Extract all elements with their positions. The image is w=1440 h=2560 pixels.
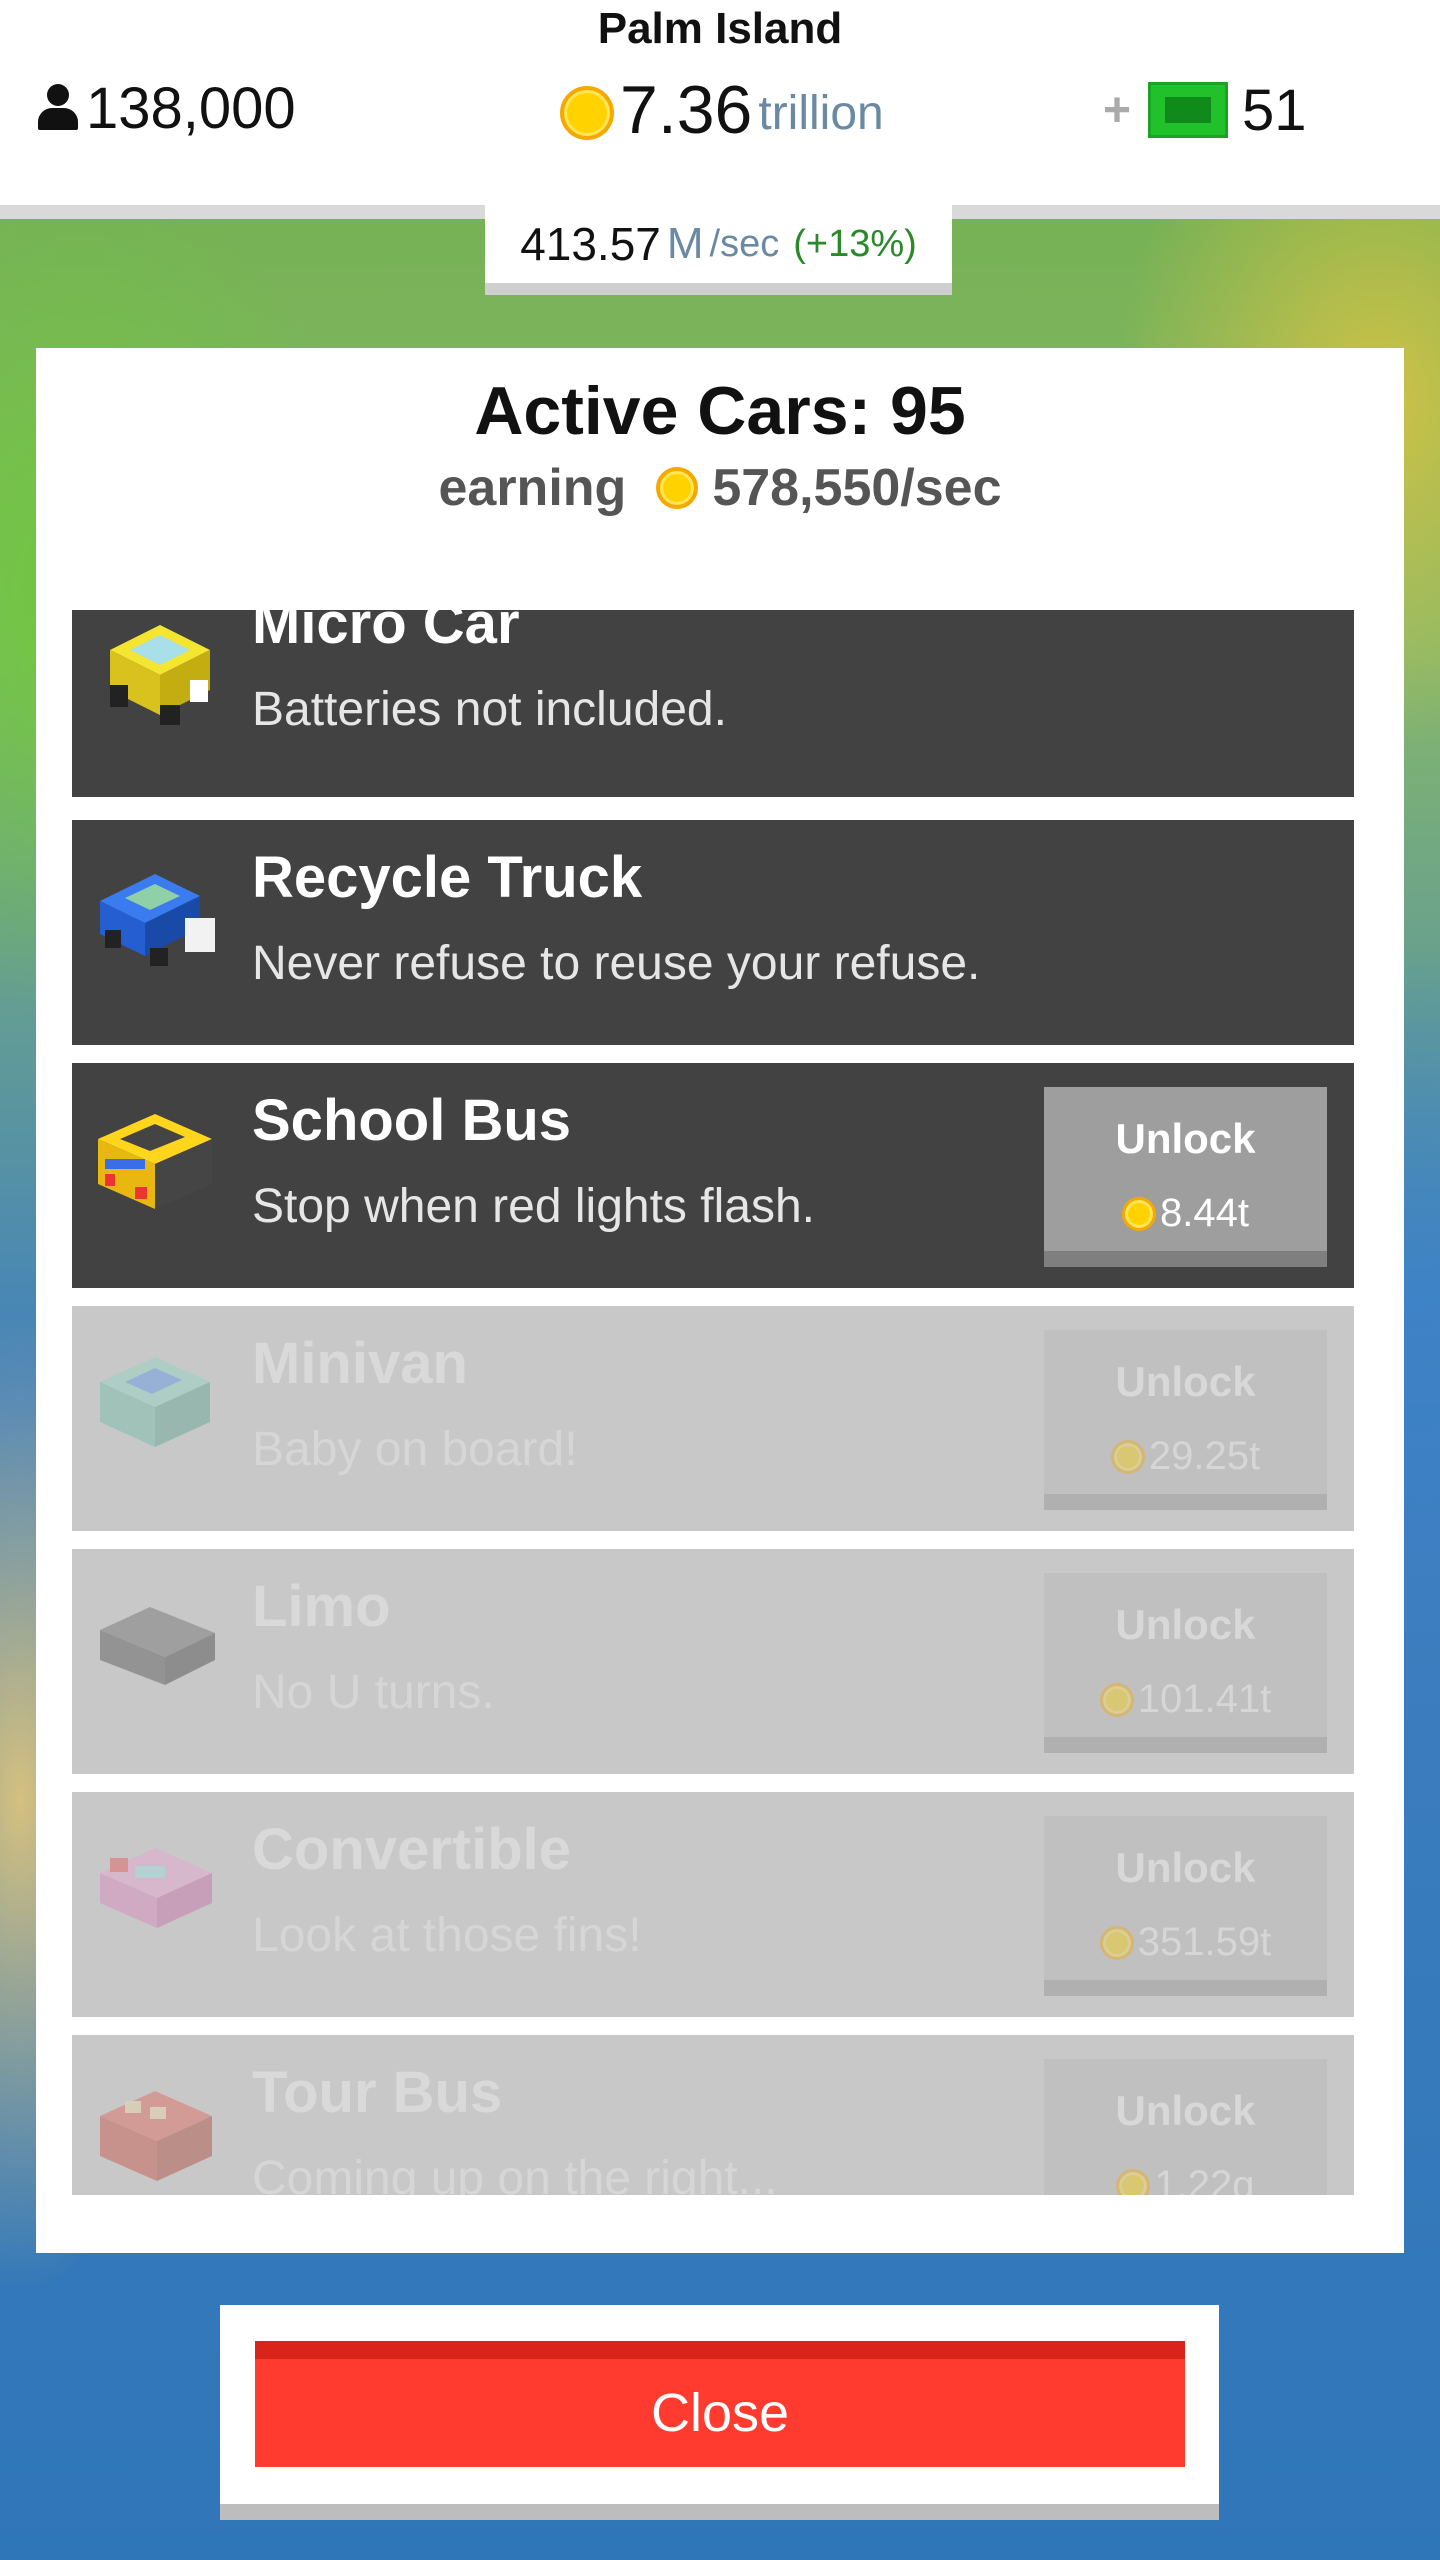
unlock-label: Unlock [1115,1358,1256,1405]
car-name: Convertible [252,1817,572,1882]
convertible-icon [100,1848,212,1928]
unlock-cost: 8.44t [1044,1191,1327,1236]
unlock-label: Unlock [1115,2087,1256,2134]
tour-bus-icon [100,2091,212,2181]
coin-icon [1116,2168,1151,2195]
coin-icon [560,86,614,140]
coin-icon [1110,1439,1145,1474]
unlock-button[interactable]: Unlock 8.44t [1044,1087,1327,1267]
car-row-tour-bus: Tour Bus Coming up on the right... Unloc… [72,2035,1354,2195]
car-desc: No U turns. [252,1666,495,1719]
money-counter: 7.36 trillion [560,70,884,150]
car-name: Tour Bus [252,2060,503,2125]
unlock-label: Unlock [1115,1844,1256,1891]
car-row-convertible: Convertible Look at those fins! Unlock 3… [72,1792,1354,2017]
earning-value: 578,550/sec [712,459,1002,517]
cash-icon [1148,82,1228,138]
car-name: Limo [252,1574,391,1639]
person-icon [38,84,78,132]
unlock-button: Unlock 351.59t [1044,1816,1327,1996]
top-hud: Palm Island 138,000 7.36 trillion + 51 [0,0,1440,205]
car-name: Micro Car [252,610,520,656]
car-row-minivan: Minivan Baby on board! Unlock 29.25t [72,1306,1354,1531]
rate-value: 413.57 [520,218,661,270]
car-desc: Batteries not included. [252,683,727,736]
car-desc: Baby on board! [252,1423,578,1476]
money-value: 7.36 [620,72,753,148]
car-row-micro-car[interactable]: Micro Car Batteries not included. [72,610,1354,797]
close-button-frame: Close [220,2305,1219,2520]
cash-value: 51 [1242,77,1307,143]
close-label: Close [650,2383,790,2443]
micro-car-icon [110,625,210,725]
rate-bonus: (+13%) [793,222,917,265]
car-row-school-bus[interactable]: School Bus Stop when red lights flash. U… [72,1063,1354,1288]
coin-icon [1099,1925,1134,1960]
coin-icon [656,467,699,509]
panel-title: Active Cars: 95 [474,373,966,449]
cost-value: 351.59t [1137,1920,1272,1964]
car-desc: Stop when red lights flash. [252,1180,815,1233]
car-name: School Bus [252,1088,572,1153]
unlock-cost: 1.22q [1044,2163,1327,2195]
active-cars-panel: Active Cars: 95 earning 578,550/sec Micr… [36,348,1404,2253]
income-rate-tab: 413.57 M/sec (+13%) [485,205,952,295]
unlock-button: Unlock 101.41t [1044,1573,1327,1753]
unlock-cost: 351.59t [1044,1920,1327,1965]
unlock-button: Unlock 29.25t [1044,1330,1327,1510]
cash-counter[interactable]: + 51 [1100,77,1307,143]
car-list[interactable]: Micro Car Batteries not included. Recycl… [72,610,1354,2195]
coin-icon [1099,1682,1134,1717]
plus-icon[interactable]: + [1100,83,1134,138]
unlock-label: Unlock [1115,1601,1256,1648]
school-bus-icon [98,1114,212,1209]
cost-value: 29.25t [1148,1434,1261,1478]
money-unit: trillion [758,87,884,140]
population-value: 138,000 [86,75,296,141]
recycle-truck-icon [100,874,215,966]
car-desc: Look at those fins! [252,1909,642,1962]
cost-value: 1.22q [1154,2163,1255,2195]
close-button[interactable]: Close [255,2341,1185,2467]
cost-value: 8.44t [1160,1191,1249,1235]
earning-label: earning [438,459,627,517]
minivan-icon [100,1357,210,1447]
unlock-button: Unlock 1.22q [1044,2059,1327,2195]
rate-per: /sec [709,222,780,265]
limo-icon [100,1607,215,1685]
unlock-cost: 29.25t [1044,1434,1327,1479]
population-counter: 138,000 [38,72,296,144]
earning-line: earning 578,550/sec [36,458,1404,518]
island-name: Palm Island [597,4,843,53]
car-row-recycle-truck[interactable]: Recycle Truck Never refuse to reuse your… [72,820,1354,1045]
car-name: Minivan [252,1331,468,1396]
car-desc: Coming up on the right... [252,2152,778,2195]
coin-icon [1122,1196,1157,1231]
car-desc: Never refuse to reuse your refuse. [252,937,981,990]
unlock-cost: 101.41t [1044,1677,1327,1722]
cost-value: 101.41t [1137,1677,1272,1721]
unlock-label: Unlock [1115,1115,1256,1162]
car-row-limo: Limo No U turns. Unlock 101.41t [72,1549,1354,1774]
car-name: Recycle Truck [252,845,643,910]
rate-unit: M [666,219,704,268]
